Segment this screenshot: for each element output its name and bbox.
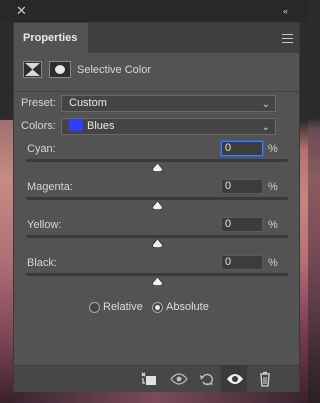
relative-radio[interactable] bbox=[89, 302, 100, 313]
magenta-label: Magenta: bbox=[27, 181, 73, 193]
collapse-panels-icon[interactable]: ‹‹ bbox=[283, 5, 297, 17]
properties-panel: Properties Selective Color Preset: Custo… bbox=[13, 22, 300, 392]
black-input[interactable]: 0 bbox=[221, 255, 263, 270]
magenta-slider-group: Magenta: 0 % bbox=[22, 179, 292, 219]
cyan-unit: % bbox=[268, 143, 278, 155]
visibility-icon bbox=[227, 374, 243, 384]
black-unit: % bbox=[268, 257, 278, 269]
layer-mask-icon[interactable] bbox=[49, 61, 71, 78]
view-previous-state-button[interactable] bbox=[165, 366, 191, 392]
panel-tab-bar: Properties bbox=[14, 23, 299, 53]
yellow-slider-group: Yellow: 0 % bbox=[22, 217, 292, 257]
method-radio-group: Relative Absolute bbox=[14, 301, 299, 317]
visibility-toggle-button[interactable] bbox=[221, 366, 247, 392]
black-label: Black: bbox=[27, 257, 57, 269]
chevron-down-icon: ⌄ bbox=[261, 122, 270, 133]
yellow-unit: % bbox=[268, 219, 278, 231]
canvas-background-right bbox=[300, 0, 308, 403]
view-previous-state-icon bbox=[170, 373, 188, 385]
preset-dropdown[interactable]: Custom ⌄ bbox=[61, 95, 276, 112]
cyan-input[interactable]: 0 bbox=[221, 141, 263, 156]
colors-value: Blues bbox=[87, 120, 115, 132]
preset-label: Preset: bbox=[21, 97, 56, 109]
clip-to-layer-icon bbox=[141, 372, 156, 385]
cyan-slider-group: Cyan: 0 % bbox=[22, 141, 292, 181]
color-swatch bbox=[69, 119, 83, 131]
cyan-track[interactable] bbox=[26, 159, 288, 162]
trash-icon bbox=[260, 371, 270, 387]
black-slider-group: Black: 0 % bbox=[22, 255, 292, 295]
clip-to-layer-button[interactable] bbox=[135, 366, 161, 392]
adjustment-header: Selective Color bbox=[14, 53, 299, 92]
magenta-unit: % bbox=[268, 181, 278, 193]
canvas-background-left bbox=[0, 120, 13, 403]
adjustment-title: Selective Color bbox=[77, 64, 151, 76]
relative-label[interactable]: Relative bbox=[103, 301, 143, 313]
close-icon[interactable]: ✕ bbox=[16, 4, 28, 17]
yellow-label: Yellow: bbox=[27, 219, 62, 231]
black-track[interactable] bbox=[26, 273, 288, 276]
chevron-down-icon: ⌄ bbox=[261, 99, 270, 110]
cyan-label: Cyan: bbox=[27, 143, 56, 155]
magenta-input[interactable]: 0 bbox=[221, 179, 263, 194]
panel-dock-bar: ✕ ‹‹ bbox=[0, 0, 308, 22]
selective-color-adjustment-icon bbox=[23, 61, 42, 78]
yellow-input[interactable]: 0 bbox=[221, 217, 263, 232]
reset-button[interactable] bbox=[193, 366, 219, 392]
delete-button[interactable] bbox=[251, 366, 277, 392]
panel-bottom-toolbar bbox=[14, 365, 299, 392]
preset-value: Custom bbox=[69, 97, 107, 109]
magenta-track[interactable] bbox=[26, 197, 288, 200]
reset-icon bbox=[200, 373, 213, 386]
tab-properties[interactable]: Properties bbox=[14, 23, 88, 53]
absolute-radio[interactable] bbox=[152, 302, 163, 313]
absolute-label[interactable]: Absolute bbox=[166, 301, 209, 313]
colors-dropdown[interactable]: Blues ⌄ bbox=[61, 118, 276, 135]
yellow-track[interactable] bbox=[26, 235, 288, 238]
colors-label: Colors: bbox=[21, 120, 56, 132]
panel-menu-icon[interactable] bbox=[282, 34, 293, 43]
